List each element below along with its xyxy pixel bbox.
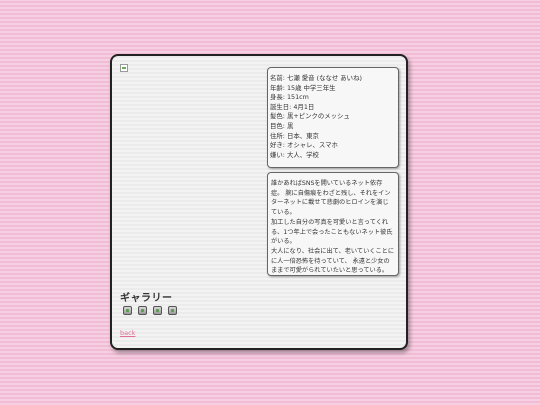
description-line: 大人になり、社会に出て、老いていくことに [271, 247, 395, 255]
profile-hair-color: 髪色: 黒+ピンクのメッシュ [270, 112, 350, 121]
profile-name: 名前: 七瀬 愛音 (ななせ あいね) [270, 74, 362, 82]
gallery-thumbnails [123, 306, 177, 315]
description-line: ままで可愛がられていたいと思っている。 [271, 267, 389, 275]
profile-birthday: 誕生日: 4月1日 [270, 102, 315, 111]
broken-image-icon [120, 64, 128, 72]
gallery-title: ギャラリー [120, 293, 173, 304]
profile-eye-color: 目色: 黒 [270, 121, 294, 130]
description-line: がいる。 [271, 238, 296, 246]
description-line: 症。 腕に自傷痕をわざと残し、それをイン [271, 189, 391, 197]
gallery-thumbnail-3-icon[interactable] [153, 306, 162, 315]
description-line: 加工した自分の写真を可愛いと言ってくれ [271, 218, 389, 226]
gallery-thumbnail-4-icon[interactable] [168, 306, 177, 315]
profile-dislikes: 嫌い: 大人、学校 [270, 150, 319, 159]
description-line: 誰かあればSNSを開いているネット依存 [271, 180, 383, 187]
profile-likes: 好き: オシャレ、スマホ [270, 141, 338, 150]
profile-info-box: 名前: 七瀬 愛音 (ななせ あいね) 年齢: 15歳 中学三年生 身長: 15… [267, 67, 399, 168]
profile-address: 住所: 日本、東京 [270, 131, 319, 140]
profile-card: 名前: 七瀬 愛音 (ななせ あいね) 年齢: 15歳 中学三年生 身長: 15… [110, 54, 408, 350]
back-link[interactable]: back [120, 329, 135, 337]
gallery-thumbnail-1-icon[interactable] [123, 306, 132, 315]
description-line: に人一倍恐怖を待っていて、 永遠と少女の [271, 257, 390, 265]
profile-height: 身長: 151cm [270, 93, 309, 102]
profile-age: 年齢: 15歳 中学三年生 [270, 83, 336, 92]
description-line: る、1つ年上で会ったこともないネット彼氏 [271, 228, 393, 236]
description-box: 誰かあればSNSを開いているネット依存 症。 腕に自傷痕をわざと残し、それをイン… [267, 172, 399, 276]
gallery-thumbnail-2-icon[interactable] [138, 306, 147, 315]
description-line: ターネットに載せて悲劇のヒロインを演じ [271, 199, 389, 207]
description-line: ている。 [271, 209, 296, 217]
